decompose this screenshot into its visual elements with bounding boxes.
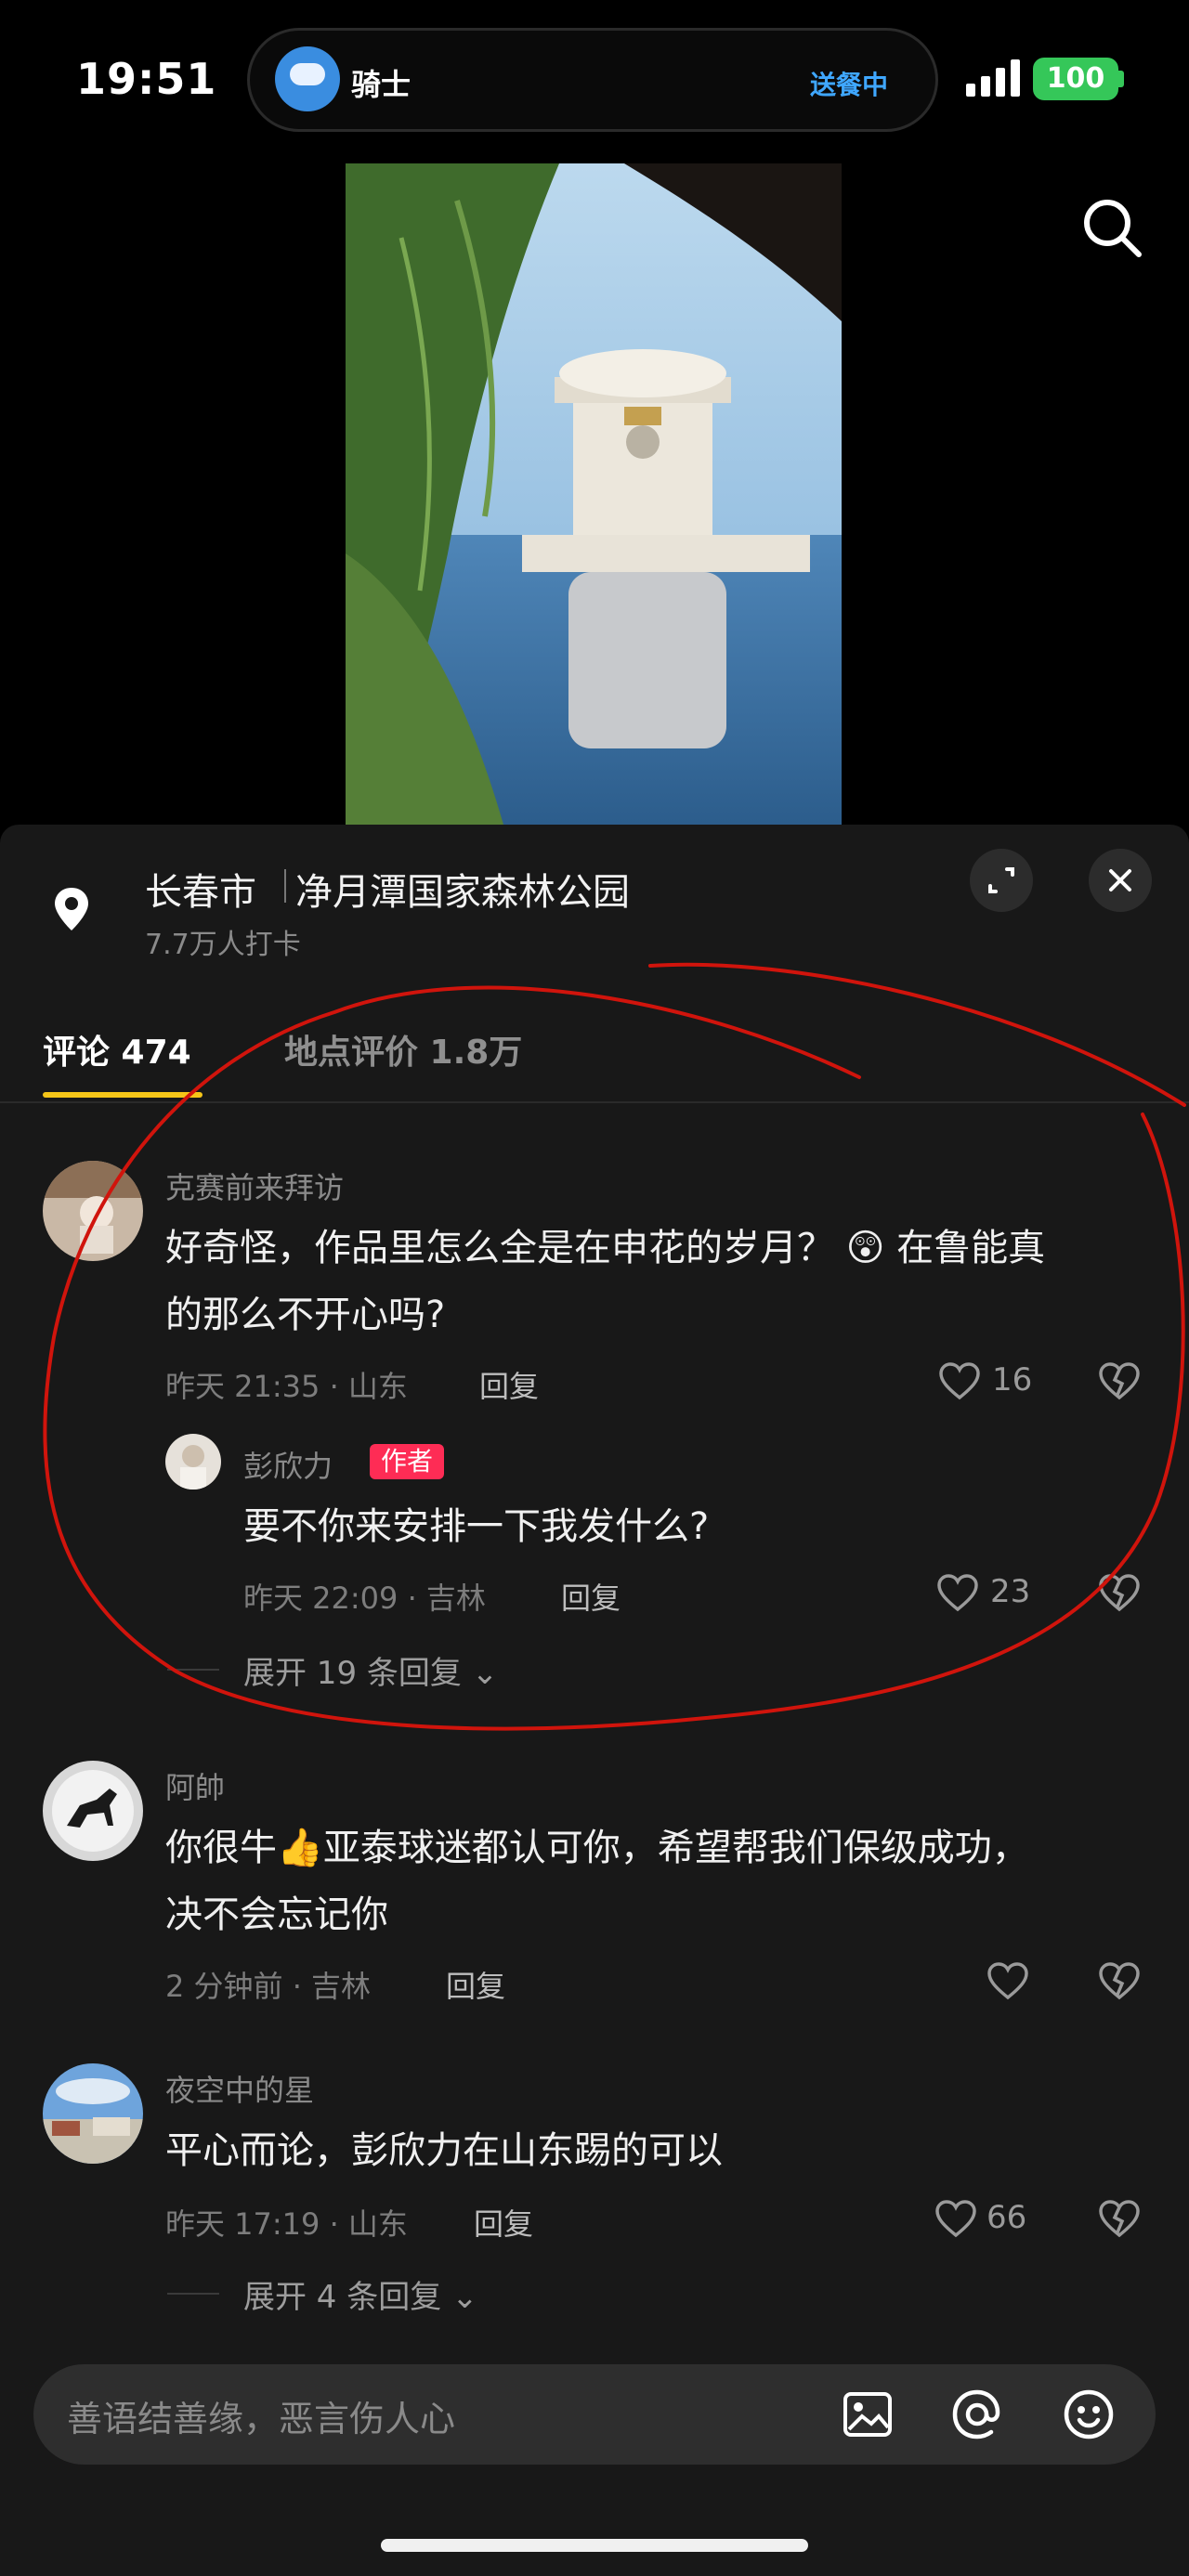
expand-divider: [167, 2293, 219, 2295]
signal-icon: [966, 59, 1020, 97]
expand-replies-button[interactable]: 展开 4 条回复 ⌄: [243, 2271, 478, 2317]
avatar[interactable]: [43, 2063, 143, 2164]
expand-icon: [988, 867, 1014, 893]
emoji: 👍: [277, 1827, 323, 1869]
comment-meta: 昨天 21:35 · 山东: [165, 1369, 408, 1404]
comment-text-line: 你很牛: [165, 1827, 277, 1869]
tab-location-reviews[interactable]: 地点评价 1.8万: [284, 1025, 522, 1073]
heart-icon[interactable]: [936, 1573, 979, 1612]
comment-meta: 2 分钟前 · 吉林: [165, 1969, 372, 2004]
dislike-heart-icon[interactable]: [1098, 1573, 1141, 1612]
dislike-heart-icon[interactable]: [1098, 2199, 1141, 2238]
comment-panel: [0, 825, 1189, 2576]
checkin-count: 7.7万人打卡: [145, 929, 301, 961]
expand-replies-button[interactable]: 展开 19 条回复 ⌄: [243, 1647, 498, 1693]
comment-username[interactable]: 夜空中的星: [165, 2067, 314, 2110]
comment-text-line: 好奇怪，作品里怎么全是在申花的岁月？: [165, 1227, 834, 1269]
location-city[interactable]: 长春市: [145, 862, 256, 916]
close-icon: [1109, 869, 1131, 891]
expand-replies-label: 展开 19 条回复: [243, 1655, 462, 1692]
comment-meta: 昨天 17:19 · 山东: [165, 2206, 408, 2242]
close-button[interactable]: [1089, 849, 1152, 912]
image-icon[interactable]: [840, 2387, 895, 2442]
comment-text: 平心而论，彭欣力在山东踢的可以: [165, 2129, 723, 2172]
location-pin-icon: [55, 888, 88, 930]
dislike-heart-icon[interactable]: [1098, 1361, 1141, 1400]
battery-indicator: 100: [1033, 58, 1118, 100]
battery-tip: [1118, 71, 1124, 87]
search-icon[interactable]: [1078, 193, 1148, 264]
expand-replies-label: 展开 4 条回复: [243, 2279, 442, 2316]
comment-username[interactable]: 阿帥: [165, 1764, 225, 1807]
tabs-divider: [0, 1101, 1189, 1103]
comment-text-line: 决不会忘记你: [165, 1893, 388, 1936]
author-badge: 作者: [370, 1444, 445, 1479]
avatar[interactable]: [165, 1434, 221, 1490]
reply-meta: 昨天 22:09 · 吉林: [243, 1581, 486, 1616]
island-status: 送餐中: [810, 70, 889, 100]
heart-icon[interactable]: [938, 1361, 981, 1400]
avatar[interactable]: [43, 1161, 143, 1261]
video-frame[interactable]: [346, 163, 842, 825]
reply-button[interactable]: 回复: [561, 1575, 621, 1618]
comment-text: 你很牛👍亚泰球迷都认可你，希望帮我们保级成功，: [165, 1815, 1029, 1881]
emoji: 😲: [845, 1227, 885, 1269]
emoji-icon[interactable]: [1059, 2385, 1118, 2444]
location-divider: [284, 869, 286, 903]
dislike-heart-icon[interactable]: [1098, 1961, 1141, 2000]
comment-input-placeholder[interactable]: 善语结善缘，恶言伤人心: [67, 2390, 455, 2441]
comment-text-line: 在鲁能真: [896, 1227, 1046, 1269]
tab-comments[interactable]: 评论 474: [43, 1025, 191, 1073]
reply-button[interactable]: 回复: [479, 1363, 539, 1406]
home-indicator[interactable]: [381, 2539, 808, 2552]
rider-icon: [275, 46, 340, 111]
like-count: 66: [986, 2199, 1027, 2236]
like-count: 23: [990, 1573, 1031, 1610]
reply-text: 要不你来安排一下我发什么?: [243, 1505, 710, 1548]
island-label: 骑士: [351, 67, 412, 102]
heart-icon[interactable]: [986, 1961, 1029, 2000]
chevron-down-icon: ⌄: [451, 2279, 478, 2316]
heart-icon[interactable]: [934, 2199, 977, 2238]
reply-button[interactable]: 回复: [474, 2201, 533, 2244]
reply-username[interactable]: 彭欣力: [243, 1443, 333, 1486]
active-tab-indicator: [43, 1092, 203, 1098]
mention-icon[interactable]: [947, 2385, 1007, 2444]
comment-text-line: 亚泰球迷都认可你，希望帮我们保级成功，: [322, 1827, 1029, 1869]
status-time: 19:51: [76, 54, 217, 104]
reply-button[interactable]: 回复: [446, 1963, 505, 2006]
comment-text: 好奇怪，作品里怎么全是在申花的岁月？ 😲 在鲁能真: [165, 1215, 1045, 1281]
avatar[interactable]: [43, 1761, 143, 1861]
comment-text-line: 的那么不开心吗?: [165, 1294, 446, 1336]
expand-divider: [167, 1669, 219, 1671]
like-count: 16: [992, 1361, 1033, 1399]
fullscreen-button[interactable]: [970, 849, 1033, 912]
chevron-down-icon: ⌄: [471, 1655, 499, 1692]
comment-username[interactable]: 克赛前来拜访: [165, 1164, 344, 1207]
location-park[interactable]: 净月潭国家森林公园: [295, 862, 630, 916]
